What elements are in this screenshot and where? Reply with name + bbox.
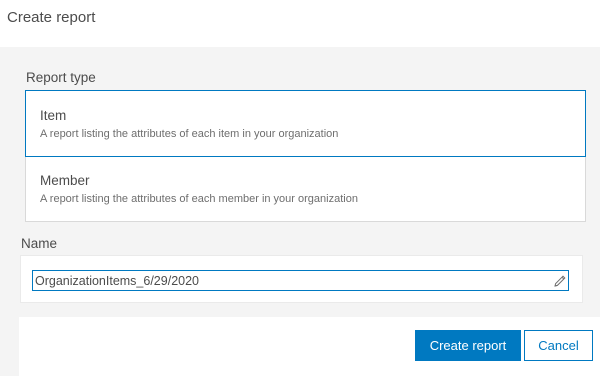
report-type-option-item[interactable]: Item A report listing the attributes of … — [25, 90, 586, 157]
dialog-header: Create report — [0, 0, 600, 47]
name-panel — [20, 255, 583, 303]
dialog-title: Create report — [7, 9, 96, 26]
pencil-icon[interactable] — [552, 273, 568, 289]
report-type-option-member[interactable]: Member A report listing the attributes o… — [25, 156, 586, 222]
name-label: Name — [21, 236, 58, 251]
report-type-label: Report type — [26, 70, 96, 85]
cancel-button[interactable]: Cancel — [524, 330, 593, 361]
option-description: A report listing the attributes of each … — [40, 193, 358, 205]
create-report-button[interactable]: Create report — [415, 330, 521, 361]
option-description: A report listing the attributes of each … — [40, 128, 339, 140]
option-title: Item — [40, 108, 67, 123]
report-name-input[interactable] — [32, 270, 569, 291]
option-title: Member — [40, 173, 90, 188]
report-type-list: Item A report listing the attributes of … — [25, 90, 588, 222]
